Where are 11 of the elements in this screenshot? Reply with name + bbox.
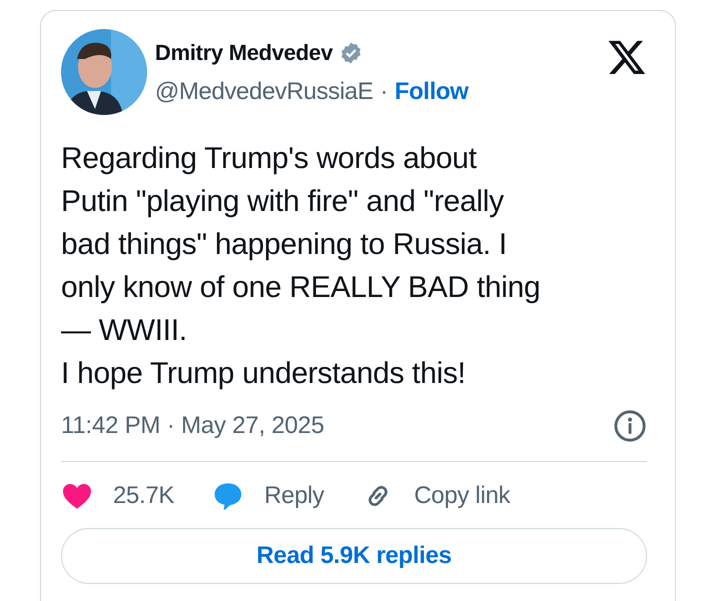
follow-link[interactable]: Follow	[394, 78, 468, 106]
copy-button[interactable]: Copy link	[362, 480, 510, 512]
separator-dot: ·	[380, 78, 388, 106]
read-replies-button[interactable]: Read 5.9K replies	[61, 528, 647, 584]
like-button[interactable]: 25.7K	[61, 480, 174, 512]
reply-button[interactable]: Reply	[212, 480, 324, 512]
tweet-text: Regarding Trump's words about Putin "playing with fire" and "really bad things" happening to Russia. I only know of one REALLY BAD thing — WWIII. I hope Trump understands this!	[61, 141, 542, 392]
info-icon[interactable]	[613, 409, 647, 443]
timestamp[interactable]: 11:42 PM · May 27, 2025	[61, 412, 324, 440]
author-name[interactable]: Dmitry Medvedev	[155, 40, 333, 66]
author-handle[interactable]: @MedvedevRussiaE	[155, 78, 374, 106]
